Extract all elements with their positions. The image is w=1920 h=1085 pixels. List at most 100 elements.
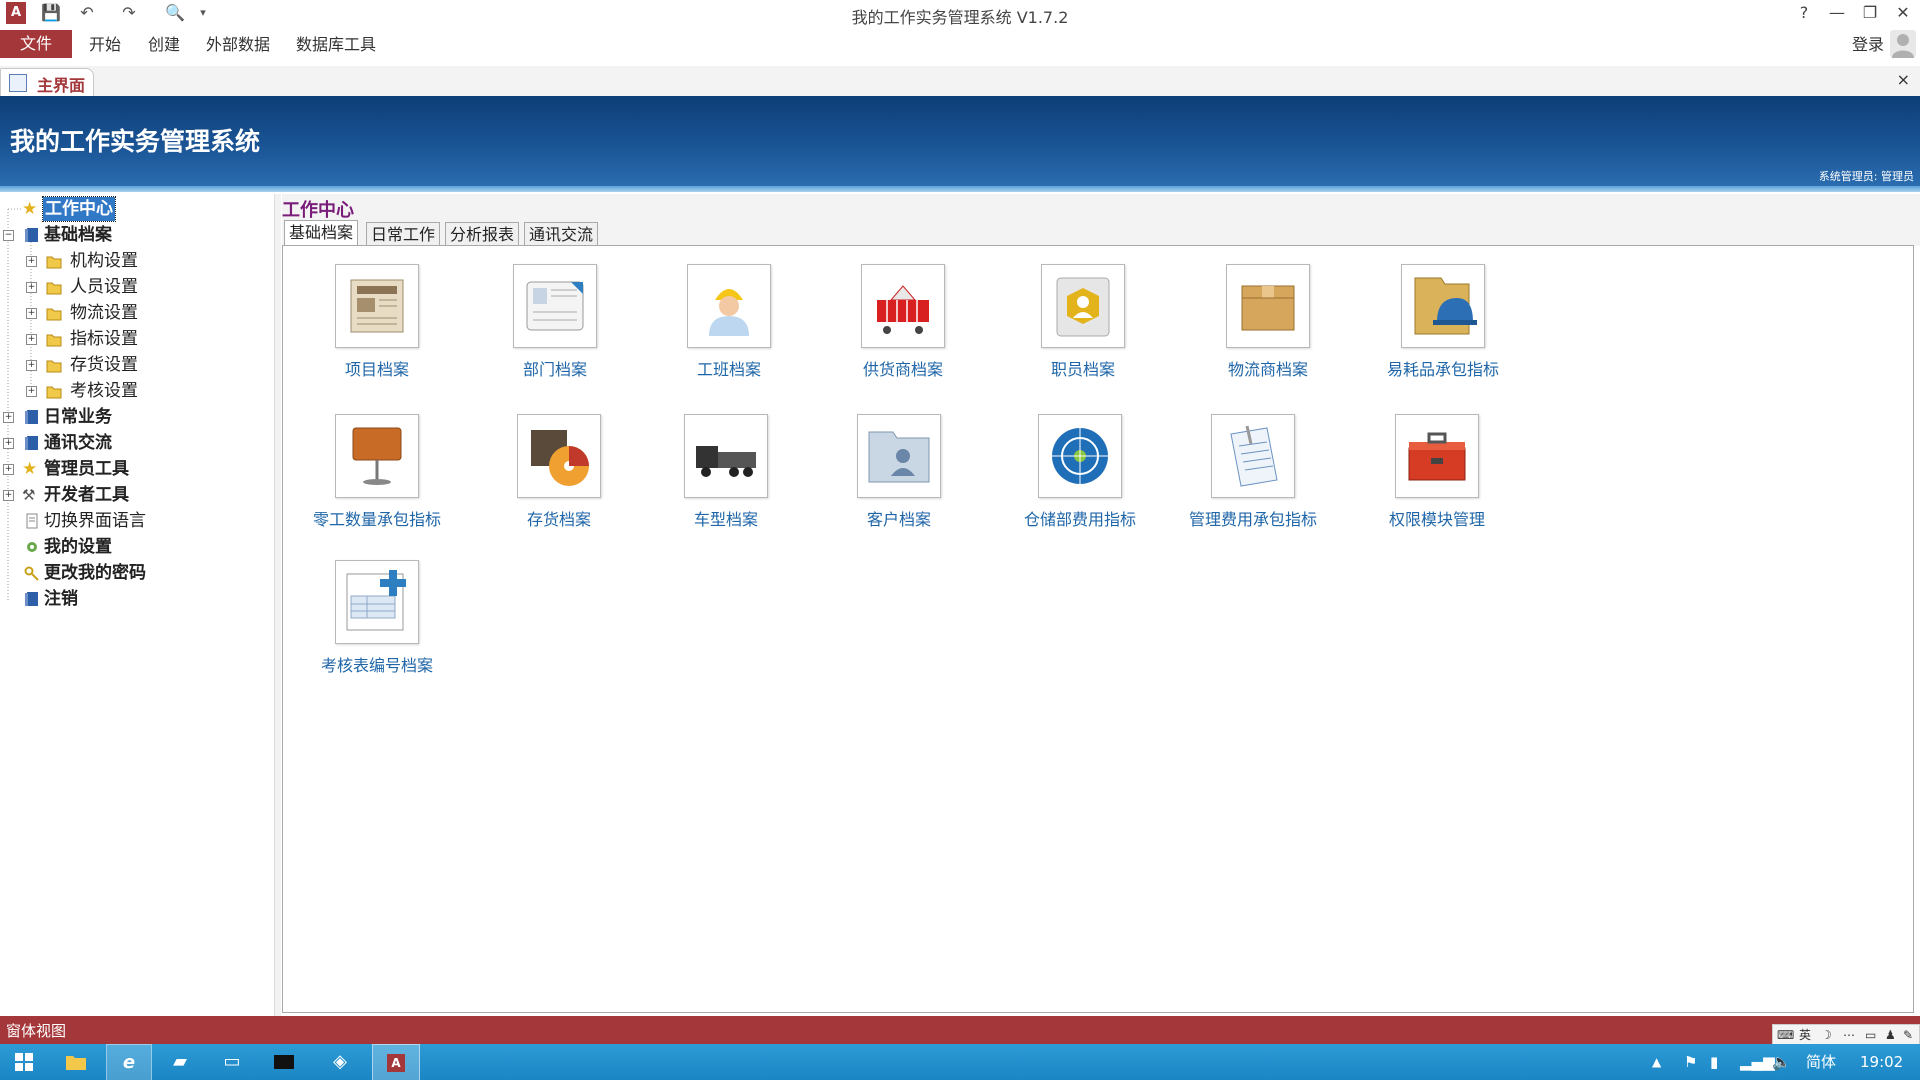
folder-icon <box>46 356 62 374</box>
file-tab[interactable]: 文件 <box>0 30 72 58</box>
ribbon-tab-create[interactable]: 创建 <box>148 32 180 58</box>
status-text: 窗体视图 <box>6 1022 67 1040</box>
tile-management-cost-indicator[interactable]: 管理费用承包指标 <box>1163 396 1343 529</box>
user-icon[interactable]: ♟ <box>1885 1025 1896 1045</box>
tile-label: 供货商档案 <box>862 360 943 379</box>
folder-icon <box>46 252 62 270</box>
helmet-folder-icon <box>1401 264 1485 348</box>
app-icon-2[interactable]: ▭ <box>210 1044 254 1080</box>
user-folder-icon <box>857 414 941 498</box>
keyboard-icon[interactable]: ⌨ <box>1777 1025 1794 1045</box>
app-icon-1[interactable]: ▰ <box>158 1044 202 1080</box>
tile-inventory-files[interactable]: 存货档案 <box>469 396 649 529</box>
title-bar: A 💾 ↶ ↷ 🔍 ▾ 我的工作实务管理系统 V1.7.2 ? — ❐ ✕ <box>0 0 1920 28</box>
folder-icon <box>46 278 62 296</box>
tile-label: 权限模块管理 <box>1388 510 1485 529</box>
expand-icon[interactable]: + <box>26 360 37 371</box>
show-hidden-icons-icon[interactable]: ▲ <box>1652 1044 1661 1080</box>
banner-stripe <box>0 186 1920 192</box>
pane-splitter[interactable] <box>274 194 281 1016</box>
tile-work-team-files[interactable]: 工班档案 <box>639 246 819 379</box>
volume-icon[interactable]: 🔈 <box>1772 1044 1791 1080</box>
moon-icon[interactable]: ☽ <box>1821 1025 1832 1045</box>
ie-icon[interactable]: e <box>106 1044 152 1082</box>
banner-title: 我的工作实务管理系统 <box>10 127 261 156</box>
dots-icon[interactable]: ⋯ <box>1843 1025 1855 1045</box>
login-link[interactable]: 登录 <box>1852 32 1884 58</box>
user-badge-icon <box>1041 264 1125 348</box>
expand-icon[interactable]: + <box>26 386 37 397</box>
document-tab-label: 主界面 <box>37 76 86 95</box>
toolbox-icon <box>1395 414 1479 498</box>
folder-icon <box>46 330 62 348</box>
start-icon[interactable] <box>2 1044 46 1080</box>
expand-icon[interactable]: + <box>3 438 14 449</box>
battery-icon[interactable]: ▮ <box>1710 1044 1718 1080</box>
truck-icon <box>684 414 768 498</box>
tile-label: 仓储部费用指标 <box>1023 510 1136 529</box>
expand-icon[interactable]: + <box>3 464 14 475</box>
tile-label: 物流商档案 <box>1227 360 1308 379</box>
expand-icon[interactable]: + <box>3 412 14 423</box>
expand-icon[interactable]: + <box>3 490 14 501</box>
tile-project-files[interactable]: 项目档案 <box>287 246 467 379</box>
expand-icon[interactable]: + <box>26 308 37 319</box>
wrench-icon[interactable]: ✎ <box>1903 1025 1913 1045</box>
terminal-icon[interactable] <box>262 1044 306 1080</box>
network-icon[interactable]: ▂▄▆ <box>1740 1044 1775 1080</box>
main-header: 工作中心 <box>282 194 1920 221</box>
inventory-icon <box>517 414 601 498</box>
restore-button[interactable]: ❐ <box>1855 2 1885 24</box>
tab-basic-files[interactable]: 基础档案 <box>284 220 359 248</box>
tile-warehouse-cost-indicator[interactable]: 仓储部费用指标 <box>990 396 1170 529</box>
tile-label: 职员档案 <box>1050 360 1115 379</box>
ime-mode-label[interactable]: 英 <box>1799 1025 1811 1045</box>
flag-icon[interactable]: ⚑ <box>1684 1044 1697 1080</box>
app-icon-3[interactable]: ◈ <box>318 1044 362 1080</box>
book-icon <box>24 226 40 244</box>
ribbon-tab-database-tools[interactable]: 数据库工具 <box>296 32 376 58</box>
document-tab-main[interactable]: 主界面 <box>0 68 94 97</box>
tile-employee-files[interactable]: 职员档案 <box>993 246 1173 379</box>
tile-customer-files[interactable]: 客户档案 <box>809 396 989 529</box>
collapse-icon[interactable]: − <box>3 230 14 241</box>
tab-panel: 项目档案 部门档案 工班档案 供货商档案 职员档案 物流商档案 易耗品承包指标 … <box>282 245 1914 1013</box>
access-icon[interactable]: A <box>372 1044 420 1082</box>
tile-label: 零工数量承包指标 <box>312 510 441 529</box>
tile-department-files[interactable]: 部门档案 <box>465 246 645 379</box>
form-icon <box>9 74 27 92</box>
expand-icon[interactable]: + <box>26 256 37 267</box>
tile-vehicle-type-files[interactable]: 车型档案 <box>636 396 816 529</box>
clock[interactable]: 19:02 <box>1860 1044 1903 1080</box>
tile-label: 管理费用承包指标 <box>1188 510 1317 529</box>
keyboard-layout-icon[interactable]: ▭ <box>1865 1025 1876 1045</box>
contact-card-icon <box>513 264 597 348</box>
tile-consumables-indicator[interactable]: 易耗品承包指标 <box>1353 246 1533 379</box>
tile-permission-module-management[interactable]: 权限模块管理 <box>1347 396 1527 529</box>
expand-icon[interactable]: + <box>26 334 37 345</box>
status-icons: ⌨ 英 ☽ ⋯ ▭ ♟ ✎ <box>1772 1024 1920 1046</box>
close-document-button[interactable]: × <box>1897 70 1910 89</box>
document-clip-icon <box>1211 414 1295 498</box>
tile-logistics-files[interactable]: 物流商档案 <box>1178 246 1358 379</box>
tab-strip: 基础档案 日常工作 分析报表 通讯交流 <box>282 220 1920 248</box>
ribbon-tab-external-data[interactable]: 外部数据 <box>206 32 270 58</box>
help-button[interactable]: ? <box>1789 2 1819 24</box>
ime-language-indicator[interactable]: 简体 <box>1806 1044 1836 1080</box>
header-banner: 我的工作实务管理系统 系统管理员: 管理员 <box>0 96 1920 186</box>
window-title: 我的工作实务管理系统 V1.7.2 <box>851 8 1069 27</box>
shopping-cart-icon <box>861 264 945 348</box>
form-add-icon <box>335 560 419 644</box>
minimize-button[interactable]: — <box>1822 2 1852 24</box>
file-explorer-icon[interactable] <box>54 1044 98 1080</box>
tile-supplier-files[interactable]: 供货商档案 <box>813 246 993 379</box>
tile-temp-worker-indicator[interactable]: 零工数量承包指标 <box>287 396 467 529</box>
ribbon-tab-home[interactable]: 开始 <box>89 32 121 58</box>
tile-assessment-form-number-files[interactable]: 考核表编号档案 <box>287 542 467 675</box>
user-avatar-icon[interactable] <box>1890 30 1916 58</box>
close-button[interactable]: ✕ <box>1888 2 1918 24</box>
folder-icon <box>46 304 62 322</box>
tile-label: 工班档案 <box>696 360 761 379</box>
folder-icon <box>46 382 62 400</box>
expand-icon[interactable]: + <box>26 282 37 293</box>
